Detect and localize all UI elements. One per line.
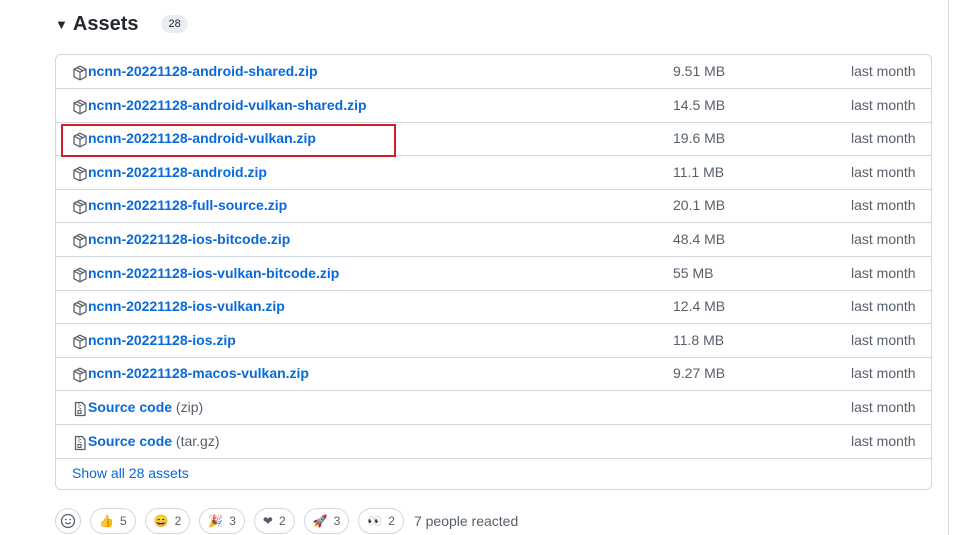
- asset-row: ncnn-20221128-ios-vulkan-bitcode.zip 55 M…: [56, 257, 931, 291]
- asset-size: 48.4 MB: [673, 231, 726, 247]
- source-code-ext: (tar.gz): [175, 432, 220, 449]
- asset-row: ncnn-20221128-macos-vulkan.zip 9.27 MB las…: [56, 357, 931, 392]
- source-code-ext: (zip): [175, 399, 204, 415]
- asset-date: last month: [851, 231, 916, 247]
- asset-date: last month: [851, 365, 916, 382]
- package-icon: [72, 334, 88, 350]
- rocket-emoji-icon: 🚀: [312, 514, 328, 528]
- smiley-icon: [60, 513, 76, 529]
- asset-size: 11.8 MB: [673, 331, 725, 348]
- reaction-eyes-button[interactable]: 👀 2: [358, 508, 404, 534]
- reaction-laugh-button[interactable]: 😄 2: [144, 508, 191, 534]
- package-icon: [72, 132, 88, 148]
- package-icon: [72, 65, 88, 81]
- source-code-label: Source code: [88, 432, 173, 449]
- asset-link[interactable]: ncnn-20221128-ios-bitcode.zip: [88, 231, 290, 247]
- assets-header[interactable]: ▼ Assets 28: [55, 11, 188, 37]
- asset-size: 12.4 MB: [673, 298, 726, 315]
- asset-size: 55 MB: [673, 264, 714, 281]
- assets-list: Show all 28 assets ncnn-20221128-android…: [55, 54, 932, 490]
- asset-link[interactable]: ncnn-20221128-ios.zip: [88, 332, 236, 348]
- asset-date: last month: [851, 331, 916, 348]
- asset-link[interactable]: ncnn-20221128-ios-vulkan.zip: [88, 298, 285, 314]
- thumbs-up-emoji-icon: 👍: [99, 514, 114, 528]
- file-zip-icon: [72, 401, 88, 417]
- asset-row: ncnn-20221128-android-shared.zip 9.51 MB l…: [56, 55, 931, 89]
- eyes-emoji-icon: 👀: [367, 514, 383, 528]
- asset-row: ncnn-20221128-android.zip 11.1 MB last mon…: [56, 156, 931, 190]
- package-icon: [72, 199, 88, 215]
- asset-size: 19.6 MB: [673, 130, 726, 147]
- reaction-hooray-button[interactable]: 🎉 3: [199, 508, 245, 534]
- laugh-emoji-icon: 😄: [153, 514, 169, 528]
- package-icon: [72, 166, 88, 182]
- assets-count-badge: 28: [161, 15, 188, 33]
- reactions-summary: 7 people reacted: [413, 513, 519, 529]
- package-icon: [72, 99, 88, 115]
- asset-row: ncnn-20221128-android-vulkan.zip 19.6 MB l…: [56, 122, 931, 157]
- source-row: Source code (tar.gz) last month: [56, 425, 931, 459]
- asset-link[interactable]: ncnn-20221128-android-vulkan-shared.zip: [88, 97, 367, 113]
- reaction-count: 3: [333, 514, 341, 528]
- package-icon: [72, 233, 88, 249]
- reactions-bar: 👍 5 😄 2 🎉 3 ❤ 2 🚀 3 👀 2 7 people reacted: [55, 507, 518, 535]
- asset-date: last month: [851, 63, 916, 79]
- asset-row: ncnn-20221128-android-vulkan-shared.zip 1…: [56, 89, 931, 123]
- asset-row: ncnn-20221128-ios.zip 11.8 MB last month: [56, 324, 931, 358]
- page-divider: [948, 0, 949, 535]
- asset-date: last month: [851, 197, 916, 214]
- asset-size: 9.51 MB: [673, 63, 726, 79]
- reaction-thumbs-up-button[interactable]: 👍 5: [90, 508, 136, 534]
- asset-date: last month: [851, 130, 916, 147]
- asset-size: 14.5 MB: [673, 96, 726, 113]
- source-row: Source code (zip) last month: [56, 391, 931, 425]
- reaction-count: 2: [174, 514, 182, 528]
- hooray-emoji-icon: 🎉: [208, 514, 224, 528]
- asset-date: last month: [851, 432, 916, 449]
- package-icon: [72, 267, 88, 283]
- assets-title: Assets: [72, 12, 139, 35]
- heart-emoji-icon: ❤: [262, 514, 273, 528]
- asset-row: ncnn-20221128-full-source.zip 20.1 MB last…: [56, 189, 931, 224]
- reaction-rocket-button[interactable]: 🚀 3: [303, 508, 350, 534]
- reaction-count: 3: [229, 514, 236, 528]
- reaction-count: 2: [388, 514, 395, 528]
- asset-link[interactable]: ncnn-20221128-macos-vulkan.zip: [88, 365, 309, 381]
- asset-link[interactable]: ncnn-20221128-ios-vulkan-bitcode.zip: [88, 265, 339, 281]
- asset-size: 20.1 MB: [673, 197, 726, 214]
- show-all-assets-link[interactable]: Show all 28 assets: [72, 465, 189, 481]
- add-reaction-button[interactable]: [55, 508, 81, 534]
- asset-size: 9.27 MB: [673, 365, 726, 382]
- asset-link[interactable]: ncnn-20221128-android-vulkan.zip: [88, 130, 316, 146]
- asset-link[interactable]: ncnn-20221128-android.zip: [88, 164, 267, 180]
- asset-link[interactable]: ncnn-20221128-android-shared.zip: [88, 63, 318, 79]
- caret-down-icon[interactable]: ▼: [55, 18, 68, 31]
- asset-date: last month: [851, 163, 916, 180]
- package-icon: [72, 367, 88, 383]
- reaction-count: 2: [278, 514, 286, 528]
- source-code-link[interactable]: Source code (zip): [88, 399, 203, 415]
- asset-date: last month: [851, 264, 916, 281]
- asset-row: ncnn-20221128-ios-bitcode.zip 48.4 MB last…: [56, 223, 931, 257]
- asset-link[interactable]: ncnn-20221128-full-source.zip: [88, 197, 287, 213]
- asset-size: 11.1 MB: [673, 163, 725, 180]
- asset-date: last month: [851, 298, 916, 315]
- package-icon: [72, 300, 88, 316]
- file-zip-icon: [72, 435, 88, 451]
- reaction-count: 5: [119, 514, 127, 528]
- asset-date: last month: [851, 96, 916, 113]
- asset-row: ncnn-20221128-ios-vulkan.zip 12.4 MB last …: [56, 290, 931, 325]
- asset-date: last month: [851, 399, 916, 415]
- source-code-label: Source code: [88, 399, 173, 415]
- reaction-heart-button[interactable]: ❤ 2: [253, 508, 295, 534]
- source-code-link[interactable]: Source code (tar.gz): [88, 433, 220, 449]
